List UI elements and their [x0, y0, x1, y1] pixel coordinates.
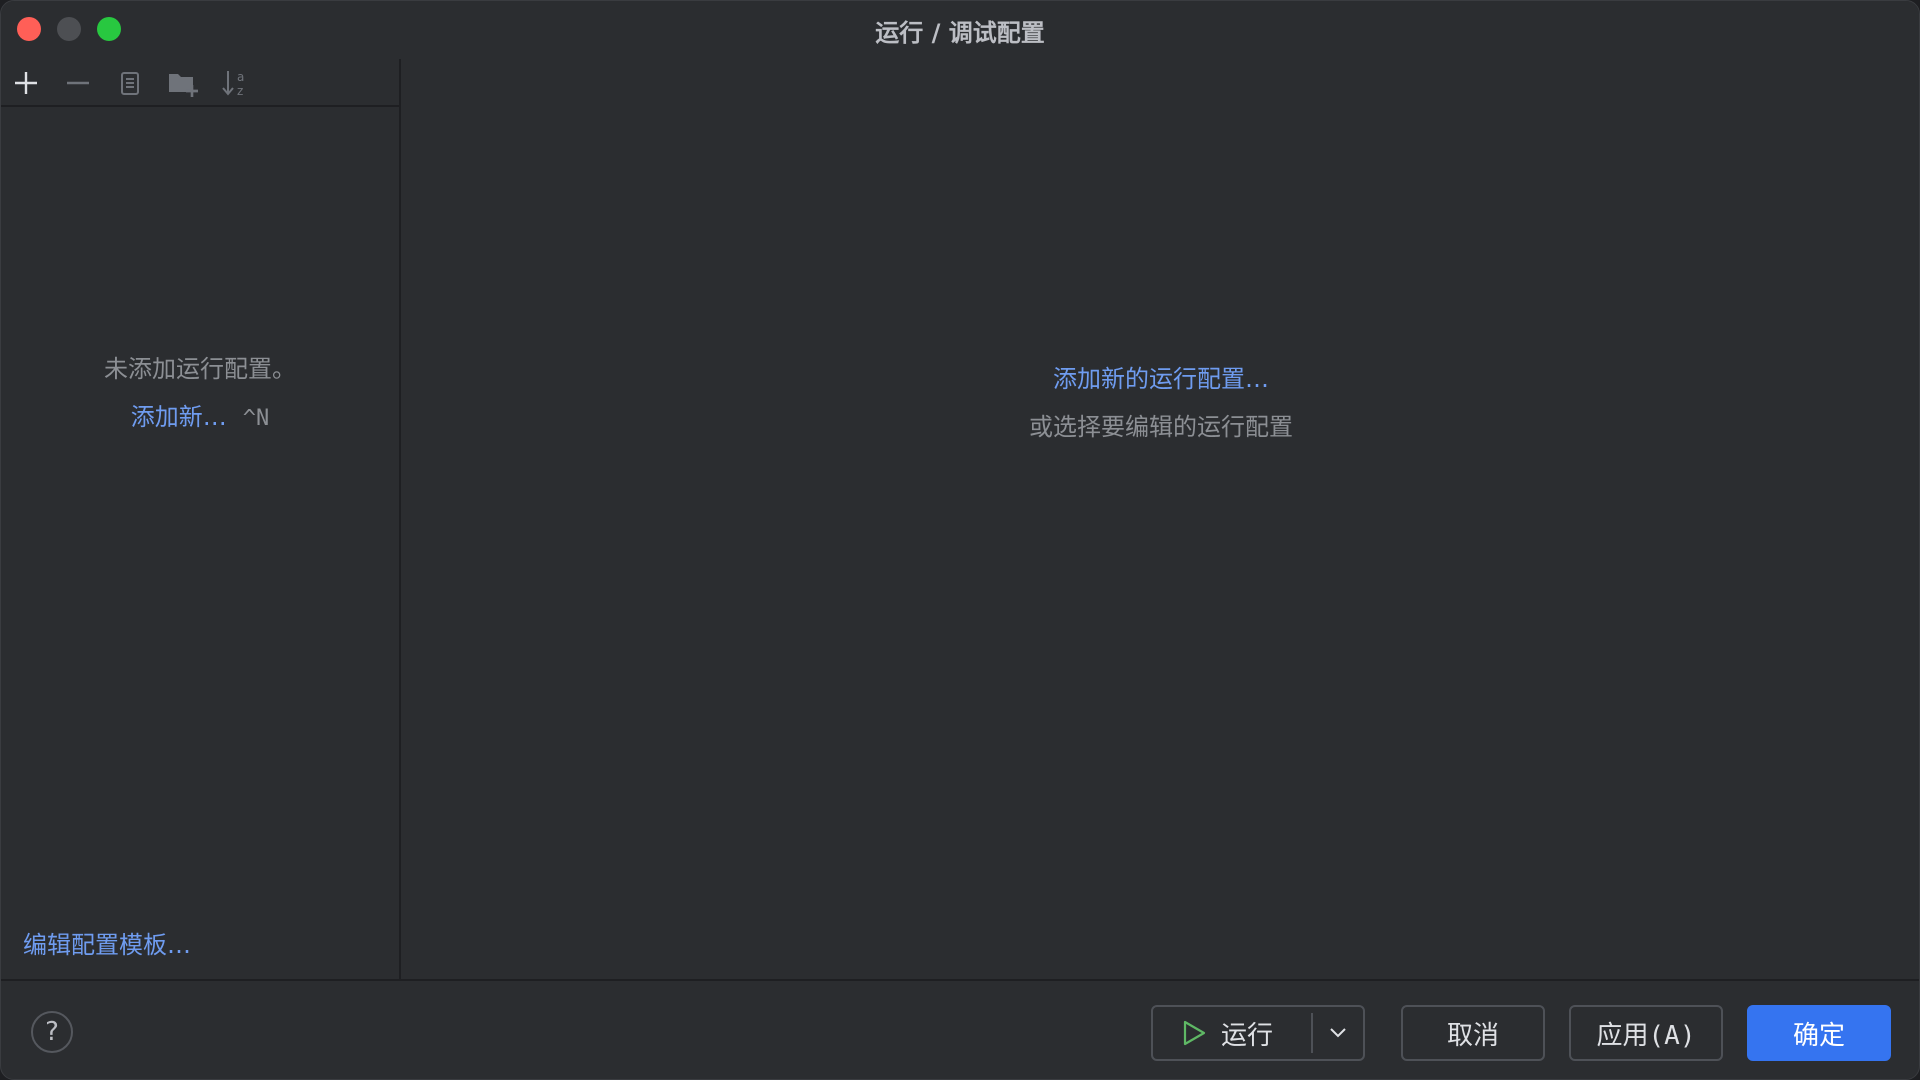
- run-button-group: 运行: [1151, 1005, 1365, 1061]
- apply-button[interactable]: 应用(A): [1569, 1005, 1723, 1061]
- run-button-label: 运行: [1221, 1020, 1274, 1051]
- ok-button[interactable]: 确定: [1747, 1005, 1891, 1061]
- run-play-icon: [1183, 1020, 1206, 1046]
- configuration-details-panel: 添加新的运行配置… 或选择要编辑的运行配置: [403, 59, 1919, 979]
- cancel-button[interactable]: 取消: [1401, 1005, 1545, 1061]
- help-button[interactable]: ?: [31, 1011, 73, 1053]
- help-icon: ?: [45, 1017, 59, 1047]
- new-folder-button[interactable]: [165, 67, 201, 99]
- dialog-footer: ? 运行 取消 应用(A) 确定: [1, 979, 1919, 1079]
- configurations-toolbar: a z: [1, 59, 399, 107]
- title-bar: 运行 / 调试配置: [1, 1, 1919, 57]
- copy-icon: [121, 72, 139, 95]
- add-new-shortcut: ^N: [242, 406, 270, 431]
- sort-configurations-button[interactable]: a z: [217, 67, 253, 99]
- remove-configuration-button[interactable]: [60, 67, 96, 99]
- configurations-list-panel: a z 未添加运行配置。 添加新… ^N 编辑配置模板…: [1, 59, 401, 979]
- remove-icon: [67, 81, 89, 85]
- run-button[interactable]: 运行: [1153, 1007, 1311, 1059]
- copy-configuration-button[interactable]: [112, 67, 148, 99]
- svg-text:z: z: [237, 84, 243, 98]
- add-new-run-configuration-link[interactable]: 添加新的运行配置…: [1053, 365, 1269, 393]
- svg-text:a: a: [237, 70, 244, 84]
- edit-configuration-templates-link[interactable]: 编辑配置模板…: [23, 925, 191, 960]
- no-configurations-message: 未添加运行配置。: [104, 355, 296, 383]
- add-configuration-button[interactable]: [8, 67, 44, 99]
- add-new-row: 添加新… ^N: [1, 397, 399, 432]
- add-new-run-configuration-row: 添加新的运行配置…: [403, 359, 1919, 394]
- add-icon: [15, 72, 37, 94]
- run-debug-configurations-window: 运行 / 调试配置 a z 未添加运行配置。 添加新… ^N 编辑配置模板… 添…: [0, 0, 1920, 1080]
- chevron-down-icon: [1330, 1028, 1346, 1038]
- run-options-dropdown[interactable]: [1313, 1007, 1363, 1059]
- sort-alphabetically-icon: a z: [222, 70, 244, 98]
- new-folder-icon: [169, 74, 198, 97]
- add-new-link[interactable]: 添加新…: [131, 403, 227, 431]
- window-title: 运行 / 调试配置: [875, 19, 1045, 47]
- select-configuration-hint: 或选择要编辑的运行配置: [1029, 413, 1293, 441]
